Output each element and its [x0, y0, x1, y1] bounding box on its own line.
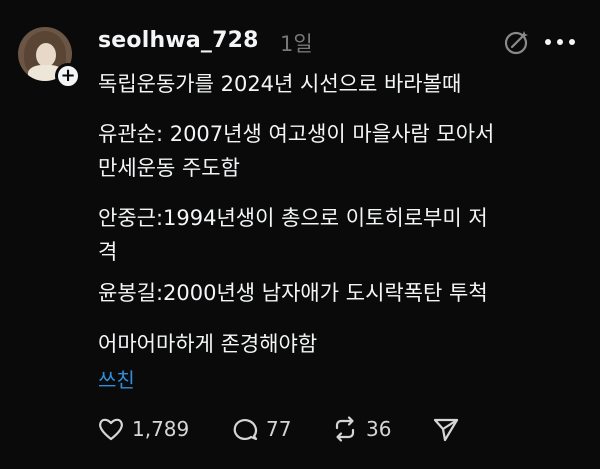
post-text-line: 어마어마하게 존경해야함 — [98, 332, 318, 356]
post-text-line: 만세운동 주도함 — [98, 156, 240, 180]
post-text-line: 안중근:1994년생이 총으로 이토히로부미 저 — [98, 206, 488, 230]
reply-count: 77 — [266, 417, 292, 441]
post-text-line: 독립운동가를 2024년 시선으로 바라볼때 — [98, 72, 462, 96]
repost-button[interactable]: 36 — [330, 414, 391, 444]
like-button[interactable]: 1,789 — [96, 414, 189, 444]
ai-sparkle-icon[interactable] — [503, 28, 531, 56]
reply-button[interactable]: 77 — [230, 414, 291, 444]
follow-plus-icon[interactable]: + — [55, 63, 81, 89]
post-text-line: 윤봉길:2000년생 남자애가 도시락폭탄 투척 — [98, 281, 488, 305]
post-text-line: 격 — [98, 240, 118, 264]
post-time: 1일 — [280, 32, 313, 56]
like-count: 1,789 — [132, 417, 190, 441]
thread-post: + seolhwa_728 1일 독립운동가를 2024년 시선으로 바라볼때 … — [0, 0, 600, 469]
repost-icon — [335, 416, 355, 442]
heart-icon — [99, 418, 123, 441]
more-icon[interactable] — [545, 38, 581, 46]
translate-link[interactable]: 쓰친 — [98, 364, 135, 393]
send-icon — [433, 418, 459, 442]
repost-count: 36 — [366, 417, 392, 441]
share-button[interactable] — [431, 414, 461, 444]
comment-icon — [233, 419, 258, 441]
post-text-line: 유관순: 2007년생 여고생이 마을사람 모아서 — [98, 122, 495, 146]
username[interactable]: seolhwa_728 — [98, 28, 259, 53]
action-bar: 1,789 77 36 — [96, 414, 516, 448]
